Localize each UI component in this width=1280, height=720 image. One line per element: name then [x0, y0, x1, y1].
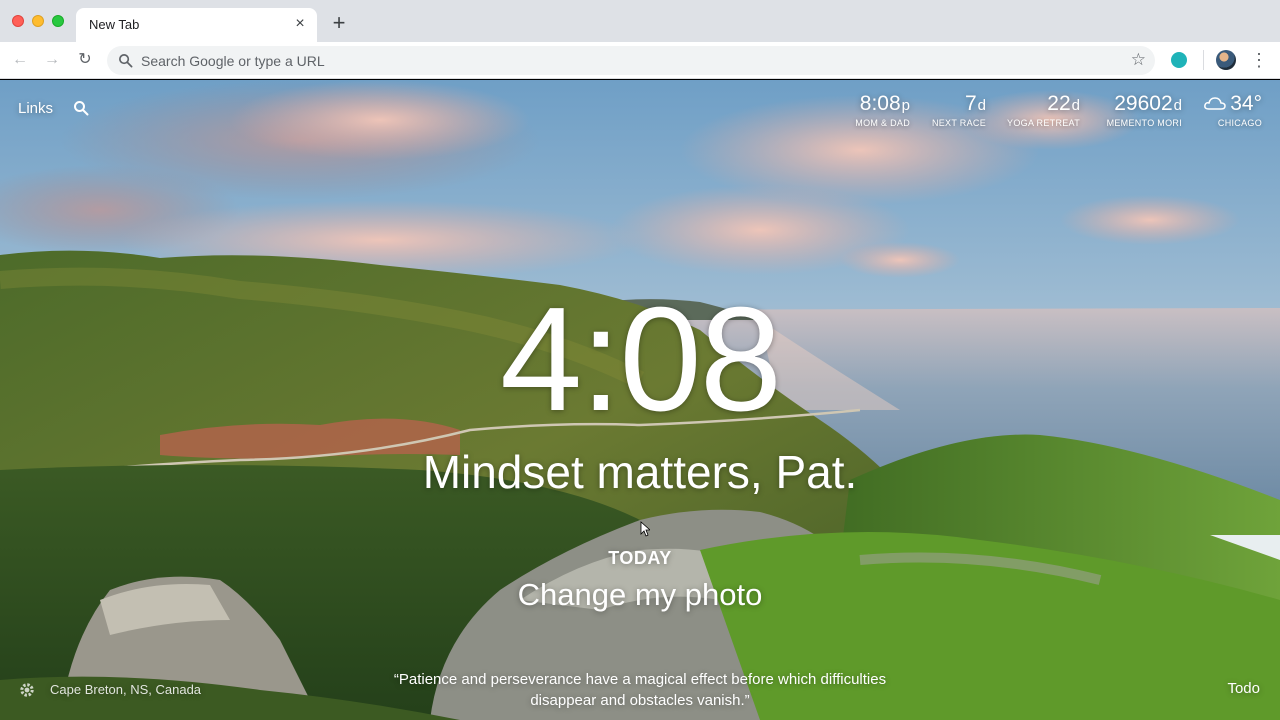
- countdown-yoga-retreat[interactable]: 22d YOGA RETREAT: [1000, 92, 1080, 128]
- metric-value: 8:08p: [859, 92, 910, 115]
- tab-strip: New Tab × +: [0, 0, 1280, 42]
- tab-title: New Tab: [89, 17, 140, 32]
- address-bar-placeholder: Search Google or type a URL: [141, 53, 325, 69]
- back-button[interactable]: ←: [9, 49, 31, 71]
- metric-label: MEMENTO MORI: [1106, 118, 1182, 128]
- metric-label: MOM & DAD: [855, 118, 910, 128]
- todo-button[interactable]: Todo: [1227, 680, 1260, 697]
- mouse-cursor-icon: [640, 521, 650, 537]
- address-bar[interactable]: Search Google or type a URL ☆: [107, 46, 1155, 75]
- dashboard: Links 8:08p MOM & DAD 7d NEXT RACE 22d Y…: [0, 80, 1280, 720]
- window-maximize-button[interactable]: [52, 15, 64, 27]
- tab-new-tab[interactable]: New Tab ×: [76, 8, 317, 42]
- countdown-memento-mori[interactable]: 29602d MEMENTO MORI: [1092, 92, 1182, 128]
- close-tab-icon[interactable]: ×: [291, 15, 309, 33]
- clock[interactable]: 4:08: [0, 286, 1280, 434]
- gear-icon[interactable]: [18, 681, 36, 699]
- weather-widget[interactable]: 34° CHICAGO: [1192, 92, 1262, 128]
- window-minimize-button[interactable]: [32, 15, 44, 27]
- countdown-next-race[interactable]: 7d NEXT RACE: [926, 92, 986, 128]
- photo-location[interactable]: Cape Breton, NS, Canada: [50, 682, 201, 697]
- metric-value: 29602d: [1114, 92, 1182, 115]
- weather-value: 34°: [1192, 92, 1262, 116]
- search-icon[interactable]: [73, 100, 89, 116]
- browser-menu-icon[interactable]: ⋮: [1250, 49, 1268, 71]
- cloud-icon: [1204, 97, 1226, 110]
- reload-button[interactable]: ↻: [74, 49, 96, 71]
- profile-avatar[interactable]: [1216, 50, 1236, 70]
- metric-value: 22d: [1047, 92, 1080, 115]
- bookmark-star-icon[interactable]: ☆: [1131, 50, 1146, 70]
- search-icon: [119, 54, 133, 68]
- links-button[interactable]: Links: [18, 100, 53, 117]
- weather-location: CHICAGO: [1217, 118, 1262, 128]
- toolbar-divider: [1203, 50, 1204, 70]
- focus-item[interactable]: Change my photo: [0, 576, 1280, 614]
- metric-label: YOGA RETREAT: [1007, 118, 1080, 128]
- window-close-button[interactable]: [12, 15, 24, 27]
- daily-quote[interactable]: “Patience and perseverance have a magica…: [390, 669, 890, 711]
- extension-icon[interactable]: [1171, 52, 1187, 68]
- new-tab-button[interactable]: +: [329, 12, 349, 34]
- focus-heading: TODAY: [608, 548, 672, 568]
- forward-button[interactable]: →: [41, 49, 63, 71]
- countdown-mom-and-dad[interactable]: 8:08p MOM & DAD: [842, 92, 910, 128]
- metric-label: NEXT RACE: [931, 118, 986, 128]
- greeting: Mindset matters, Pat.: [422, 446, 858, 498]
- browser-toolbar: ← → ↻ Search Google or type a URL ☆: [0, 42, 1280, 79]
- metric-value: 7d: [964, 92, 986, 115]
